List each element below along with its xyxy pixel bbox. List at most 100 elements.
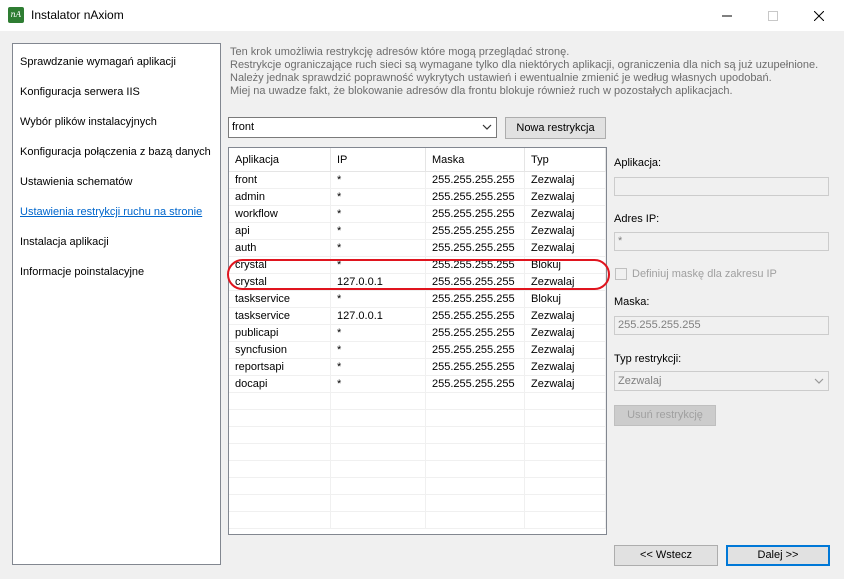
column-header-type[interactable]: Typ — [525, 148, 606, 172]
empty-table-row — [229, 444, 606, 461]
cell-application: api — [229, 223, 331, 240]
empty-table-row — [229, 393, 606, 410]
cell-mask: 255.255.255.255 — [426, 376, 525, 393]
empty-cell — [229, 393, 331, 410]
cell-type: Zezwalaj — [525, 325, 606, 342]
empty-cell — [229, 478, 331, 495]
empty-cell — [331, 461, 426, 478]
empty-cell — [331, 393, 426, 410]
app-field[interactable] — [614, 177, 829, 196]
step-schemas[interactable]: Ustawienia schematów — [20, 176, 133, 188]
empty-cell — [229, 444, 331, 461]
cell-application: front — [229, 172, 331, 189]
column-header-ip[interactable]: IP — [331, 148, 426, 172]
empty-cell — [426, 478, 525, 495]
cell-type: Zezwalaj — [525, 359, 606, 376]
table-row[interactable]: crystal 127.0.0.1 255.255.255.255 Zezwalaj — [229, 274, 606, 291]
description-line: Miej na uwadze fakt, że blokowanie adres… — [230, 85, 733, 97]
restrictions-table[interactable]: Aplikacja IP Maska Typ front * 255.255.255… — [228, 147, 607, 535]
cell-type: Blokuj — [525, 291, 606, 308]
empty-cell — [426, 393, 525, 410]
empty-table-row — [229, 512, 606, 529]
mask-field[interactable]: 255.255.255.255 — [614, 316, 829, 335]
step-requirements[interactable]: Sprawdzanie wymagań aplikacji — [20, 56, 176, 68]
step-db-connection[interactable]: Konfiguracja połączenia z bazą danych — [20, 146, 211, 158]
table-row[interactable]: auth * 255.255.255.255 Zezwalaj — [229, 240, 606, 257]
cell-mask: 255.255.255.255 — [426, 206, 525, 223]
step-description: Ten krok umożliwia restrykcję adresów kt… — [230, 46, 818, 98]
restriction-type-value: Zezwalaj — [618, 375, 662, 387]
empty-cell — [426, 495, 525, 512]
table-row[interactable]: syncfusion * 255.255.255.255 Zezwalaj — [229, 342, 606, 359]
column-header-mask[interactable]: Maska — [426, 148, 525, 172]
description-line: Restrykcje ograniczające ruch sieci są w… — [230, 59, 819, 71]
cell-type: Blokuj — [525, 257, 606, 274]
empty-cell — [229, 461, 331, 478]
title-bar: nA Instalator nAxiom — [0, 0, 844, 31]
table-row[interactable]: crystal * 255.255.255.255 Blokuj — [229, 257, 606, 274]
cell-ip: * — [331, 342, 426, 359]
empty-cell — [229, 427, 331, 444]
cell-type: Zezwalaj — [525, 342, 606, 359]
restriction-type-select[interactable]: Zezwalaj — [614, 371, 829, 391]
empty-cell — [426, 512, 525, 529]
cell-mask: 255.255.255.255 — [426, 274, 525, 291]
step-installation[interactable]: Instalacja aplikacji — [20, 236, 109, 248]
close-button[interactable] — [796, 0, 842, 31]
cell-application: syncfusion — [229, 342, 331, 359]
application-filter-select[interactable]: front — [228, 117, 497, 138]
cell-application: docapi — [229, 376, 331, 393]
empty-table-row — [229, 461, 606, 478]
cell-ip: 127.0.0.1 — [331, 308, 426, 325]
back-button[interactable]: << Wstecz — [614, 545, 718, 566]
cell-type: Zezwalaj — [525, 206, 606, 223]
cell-mask: 255.255.255.255 — [426, 291, 525, 308]
maximize-icon — [768, 10, 778, 21]
step-traffic-restrictions[interactable]: Ustawienia restrykcji ruchu na stronie — [20, 206, 202, 218]
table-row[interactable]: docapi * 255.255.255.255 Zezwalaj — [229, 376, 606, 393]
cell-mask: 255.255.255.255 — [426, 359, 525, 376]
cell-ip: * — [331, 257, 426, 274]
empty-cell — [525, 427, 606, 444]
minimize-button[interactable] — [704, 0, 750, 31]
minimize-icon — [722, 15, 732, 17]
empty-cell — [229, 512, 331, 529]
step-iis-config[interactable]: Konfiguracja serwera IIS — [20, 86, 140, 98]
empty-cell — [426, 461, 525, 478]
table-row[interactable]: front * 255.255.255.255 Zezwalaj — [229, 172, 606, 189]
define-mask-checkbox[interactable] — [615, 268, 627, 280]
table-row[interactable]: publicapi * 255.255.255.255 Zezwalaj — [229, 325, 606, 342]
cell-ip: * — [331, 376, 426, 393]
step-install-files[interactable]: Wybór plików instalacyjnych — [20, 116, 157, 128]
step-post-install-info[interactable]: Informacje poinstalacyjne — [20, 266, 144, 278]
cell-type: Zezwalaj — [525, 172, 606, 189]
cell-ip: * — [331, 240, 426, 257]
cell-application: taskservice — [229, 308, 331, 325]
ip-field[interactable]: * — [614, 232, 829, 251]
table-row[interactable]: admin * 255.255.255.255 Zezwalaj — [229, 189, 606, 206]
new-restriction-button[interactable]: Nowa restrykcja — [505, 117, 606, 139]
next-button[interactable]: Dalej >> — [726, 545, 830, 566]
column-header-application[interactable]: Aplikacja — [229, 148, 331, 172]
cell-mask: 255.255.255.255 — [426, 325, 525, 342]
window-title: Instalator nAxiom — [31, 8, 124, 22]
table-row[interactable]: workflow * 255.255.255.255 Zezwalaj — [229, 206, 606, 223]
chevron-down-icon — [814, 378, 824, 384]
empty-cell — [525, 495, 606, 512]
description-line: Należy jednak sprawdzić poprawność wykry… — [230, 72, 772, 84]
cell-ip: * — [331, 206, 426, 223]
table-row[interactable]: api * 255.255.255.255 Zezwalaj — [229, 223, 606, 240]
maximize-button[interactable] — [750, 0, 796, 31]
remove-restriction-button[interactable]: Usuń restrykcję — [614, 405, 716, 426]
cell-application: auth — [229, 240, 331, 257]
cell-mask: 255.255.255.255 — [426, 189, 525, 206]
empty-table-row — [229, 478, 606, 495]
table-row[interactable]: taskservice 127.0.0.1 255.255.255.255 Zezwa… — [229, 308, 606, 325]
empty-cell — [525, 393, 606, 410]
table-row[interactable]: reportsapi * 255.255.255.255 Zezwalaj — [229, 359, 606, 376]
cell-mask: 255.255.255.255 — [426, 342, 525, 359]
define-mask-label: Definiuj maskę dla zakresu IP — [632, 268, 777, 280]
empty-cell — [331, 427, 426, 444]
cell-ip: * — [331, 189, 426, 206]
table-row[interactable]: taskservice * 255.255.255.255 Blokuj — [229, 291, 606, 308]
